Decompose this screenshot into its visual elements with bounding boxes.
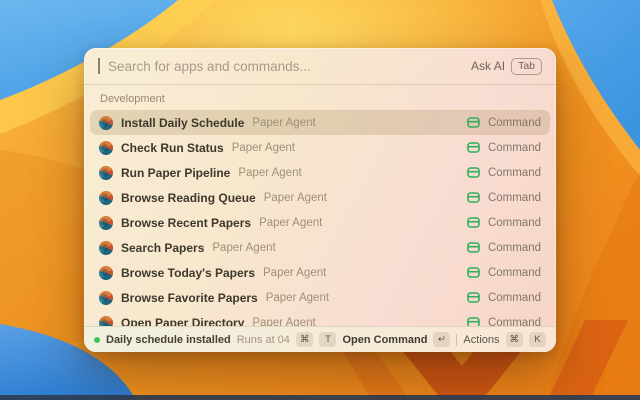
t-key: T	[319, 332, 336, 347]
command-subtitle: Paper Agent	[238, 167, 301, 179]
k-key: K	[529, 332, 546, 347]
cmd-key: ⌘	[506, 332, 524, 347]
command-title: Browse Reading Queue	[121, 191, 256, 205]
search-input[interactable]: Search for apps and commands... Ask AI T…	[84, 48, 556, 84]
command-type-label: Command	[488, 267, 541, 279]
command-type-label: Command	[488, 192, 541, 204]
cmd-key: ⌘	[296, 332, 314, 347]
status-description: Runs at 04:00 and catches u...	[237, 334, 290, 346]
paper-agent-app-icon	[99, 266, 113, 280]
paper-agent-app-icon	[99, 291, 113, 305]
command-type-icon	[467, 266, 480, 279]
paper-agent-app-icon	[99, 191, 113, 205]
command-subtitle: Paper Agent	[232, 142, 295, 154]
list-item[interactable]: Browse Favorite Papers Paper Agent Comma…	[90, 285, 550, 310]
command-type-icon	[467, 116, 480, 129]
command-type-label: Command	[488, 167, 541, 179]
list-item[interactable]: Check Run Status Paper Agent Command	[90, 135, 550, 160]
command-type-icon	[467, 216, 480, 229]
status-dot-icon	[94, 337, 100, 343]
section-header: Development	[84, 85, 556, 110]
paper-agent-app-icon	[99, 116, 113, 130]
tab-key: Tab	[511, 58, 542, 75]
paper-agent-app-icon	[99, 141, 113, 155]
list-item[interactable]: Run Paper Pipeline Paper Agent Command	[90, 160, 550, 185]
list-item[interactable]: Browse Reading Queue Paper Agent Command	[90, 185, 550, 210]
command-title: Run Paper Pipeline	[121, 166, 230, 180]
command-subtitle: Paper Agent	[263, 267, 326, 279]
paper-agent-app-icon	[99, 241, 113, 255]
command-type-icon	[467, 141, 480, 154]
command-type-icon	[467, 191, 480, 204]
command-title: Browse Favorite Papers	[121, 291, 258, 305]
command-title: Browse Today's Papers	[121, 266, 255, 280]
footer-bar: Daily schedule installed Runs at 04:00 a…	[84, 326, 556, 352]
launcher-window: Search for apps and commands... Ask AI T…	[84, 48, 556, 352]
footer-divider	[456, 334, 457, 346]
command-type-label: Command	[488, 242, 541, 254]
open-command-button[interactable]: Open Command	[342, 334, 427, 346]
footer-actions: Open Command ↵ Actions ⌘ K	[342, 332, 546, 347]
command-list: Install Daily Schedule Paper Agent Comma…	[84, 110, 556, 335]
command-type-label: Command	[488, 142, 541, 154]
ask-ai-label: Ask AI	[471, 59, 505, 73]
list-item[interactable]: Search Papers Paper Agent Command	[90, 235, 550, 260]
command-type-icon	[467, 166, 480, 179]
command-title: Check Run Status	[121, 141, 224, 155]
list-item[interactable]: Browse Recent Papers Paper Agent Command	[90, 210, 550, 235]
command-type-label: Command	[488, 117, 541, 129]
paper-agent-app-icon	[99, 166, 113, 180]
command-subtitle: Paper Agent	[259, 217, 322, 229]
command-type-label: Command	[488, 217, 541, 229]
command-type-icon	[467, 291, 480, 304]
actions-button[interactable]: Actions	[463, 334, 499, 346]
search-placeholder: Search for apps and commands...	[108, 59, 463, 74]
command-title: Browse Recent Papers	[121, 216, 251, 230]
command-subtitle: Paper Agent	[266, 292, 329, 304]
command-subtitle: Paper Agent	[212, 242, 275, 254]
return-key: ↵	[433, 332, 450, 347]
command-type-icon	[467, 241, 480, 254]
command-type-label: Command	[488, 292, 541, 304]
command-title: Search Papers	[121, 241, 204, 255]
list-item[interactable]: Install Daily Schedule Paper Agent Comma…	[90, 110, 550, 135]
command-title: Install Daily Schedule	[121, 116, 244, 130]
ask-ai-button[interactable]: Ask AI Tab	[471, 58, 542, 75]
paper-agent-app-icon	[99, 216, 113, 230]
status-title: Daily schedule installed	[106, 334, 231, 346]
command-subtitle: Paper Agent	[252, 117, 315, 129]
command-subtitle: Paper Agent	[264, 192, 327, 204]
list-item[interactable]: Browse Today's Papers Paper Agent Comman…	[90, 260, 550, 285]
text-caret	[98, 58, 100, 74]
